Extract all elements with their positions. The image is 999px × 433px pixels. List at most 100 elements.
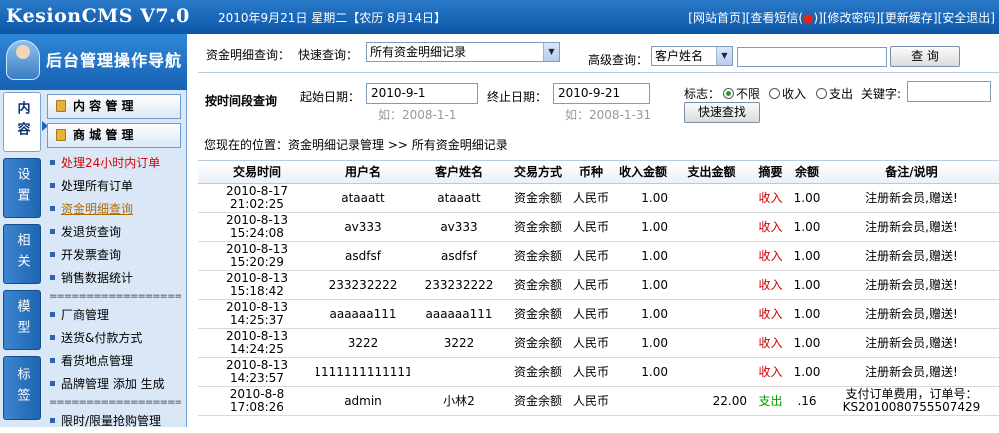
- cell-time: 2010-8-17 21:02:25: [225, 184, 289, 211]
- menu-item-label: 资金明细查询: [61, 202, 134, 216]
- bullet-icon: [50, 381, 55, 386]
- cell-currency: 人民币: [572, 219, 609, 234]
- cell-income: 1.00: [641, 335, 668, 350]
- link-change-password[interactable]: [修改密码]: [823, 11, 880, 25]
- cell-customer: 小林2: [443, 393, 475, 408]
- top-header: KesionCMS V7.0 2010年9月21日 星期二【农历 8月14日】 …: [0, 0, 999, 34]
- cell-customer: 233232222: [424, 277, 494, 292]
- menu-item-manufacturers[interactable]: 厂商管理: [47, 304, 181, 327]
- cell-method: 资金余额: [513, 393, 562, 408]
- cell-username: 1111111111111111111111111: [316, 364, 410, 379]
- menu-separator: ====================: [49, 397, 181, 408]
- cell-method: 资金余额: [513, 335, 562, 350]
- bullet-icon: [50, 418, 55, 423]
- lock-icon: [56, 129, 66, 141]
- bullet-icon: [50, 358, 55, 363]
- table-row: 2010-8-17 21:02:25 ataaatt ataaatt 资金余额 人民币 1…: [198, 184, 999, 213]
- link-view-messages[interactable]: [查看短信(●)]: [746, 11, 823, 25]
- table-body: 2010-8-17 21:02:25 ataaatt ataaatt 资金余额 人民币 1…: [198, 184, 999, 416]
- menu-item-label: 处理24小时内订单: [61, 156, 161, 170]
- radio-income[interactable]: 收入: [769, 85, 806, 102]
- radio-expense[interactable]: 支出: [816, 85, 853, 102]
- menu-item-label: 送货&付款方式: [61, 331, 143, 345]
- cell-customer: [410, 358, 508, 386]
- menu-item-label: 看货地点管理: [61, 354, 134, 368]
- cell-income: 1.00: [641, 277, 668, 292]
- cell-expense: [672, 271, 751, 299]
- menu-item-brands[interactable]: 品牌管理 添加 生成: [47, 373, 181, 396]
- table-row: 2010-8-13 15:24:08 av333 av333 资金余额 人民币 1.00 收…: [198, 213, 999, 242]
- bullet-icon: [50, 275, 55, 280]
- menu-item-fund-details[interactable]: 资金明细查询: [47, 198, 181, 221]
- start-date-input[interactable]: 2010-9-1: [366, 83, 478, 104]
- quick-query-value: 所有资金明细记录: [370, 45, 467, 59]
- radio-all[interactable]: 不限: [723, 85, 760, 102]
- cell-income: 1.00: [641, 364, 668, 379]
- quick-query-select[interactable]: 所有资金明细记录 ▼: [366, 42, 560, 62]
- menu-item-shipping-returns[interactable]: 发退货查询: [47, 221, 181, 244]
- search-button[interactable]: 查 询: [890, 46, 960, 67]
- cell-remarks: 注册新会员,赠送!: [865, 306, 958, 321]
- col-header-method: 交易方式: [513, 164, 562, 179]
- radio-all-label: 不限: [736, 87, 761, 101]
- menu-item-viewing-locations[interactable]: 看货地点管理: [47, 350, 181, 373]
- tab-models[interactable]: 模型: [3, 290, 41, 350]
- cell-method: 资金余额: [513, 190, 562, 205]
- cell-summary: 收入: [758, 335, 783, 350]
- section-shop-management[interactable]: 商 城 管 理: [47, 123, 181, 148]
- link-update-cache[interactable]: [更新缓存]: [880, 11, 937, 25]
- cell-income: 1.00: [641, 190, 668, 205]
- quick-query-label: 快速查询：: [298, 48, 359, 62]
- link-view-messages-close: )]: [813, 11, 823, 25]
- menu-item-label: 品牌管理 添加 生成: [61, 377, 165, 391]
- advanced-field-select[interactable]: 客户姓名 ▼: [651, 46, 733, 66]
- main-content: 资金明细查询： 快速查询： 所有资金明细记录 ▼ 高级查询： 客户姓名 ▼ 查 询 …: [198, 34, 999, 427]
- cell-income: [614, 387, 672, 415]
- link-site-home[interactable]: [网站首页]: [688, 11, 745, 25]
- message-indicator-icon: ●: [803, 11, 814, 25]
- cell-time: 2010-8-13 15:24:08: [225, 213, 289, 240]
- cell-username: aaaaaa111: [329, 306, 397, 321]
- cell-method: 资金余额: [513, 248, 562, 263]
- cell-income: 1.00: [641, 219, 668, 234]
- sidebar-title-reflection: 后台管理操作导航: [46, 56, 183, 67]
- cell-customer: 3222: [443, 335, 475, 350]
- tab-tags[interactable]: 标签: [3, 356, 41, 420]
- cell-expense: [672, 358, 751, 386]
- tab-settings[interactable]: 设置: [3, 158, 41, 218]
- menu-item-all-orders[interactable]: 处理所有订单: [47, 175, 181, 198]
- link-logout[interactable]: [安全退出]: [938, 11, 995, 25]
- lock-icon: [56, 100, 66, 112]
- tab-content-label: 内容: [14, 101, 30, 143]
- cell-currency: 人民币: [572, 364, 609, 379]
- sidebar: 后台管理操作导航 后台管理操作导航 内容 设置 相关 模型 标签 内 容 管 理…: [0, 34, 187, 428]
- section-content-management[interactable]: 内 容 管 理: [47, 94, 181, 119]
- tab-related[interactable]: 相关: [3, 224, 41, 284]
- tab-content[interactable]: 内容: [3, 92, 48, 152]
- menu-item-orders-24h[interactable]: 处理24小时内订单: [47, 152, 181, 175]
- advanced-search-input[interactable]: [737, 47, 887, 67]
- bullet-icon: [50, 160, 55, 165]
- table-row: 2010-8-13 14:24:25 3222 3222 资金余额 人民币 1.00 收入 1…: [198, 329, 999, 358]
- breadcrumb: 您现在的位置：资金明细记录管理 >> 所有资金明细记录: [204, 138, 508, 152]
- quick-filter-bar: 资金明细查询： 快速查询： 所有资金明细记录 ▼ 高级查询： 客户姓名 ▼ 查 询: [198, 40, 999, 68]
- cell-expense: [672, 184, 751, 212]
- quick-search-button[interactable]: 快速查找: [684, 102, 760, 123]
- chevron-down-icon: ▼: [716, 47, 732, 65]
- menu-item-delivery-payment[interactable]: 送货&付款方式: [47, 327, 181, 350]
- keyword-input[interactable]: [907, 81, 991, 102]
- col-header-expense: 支出金额: [687, 164, 736, 179]
- cell-time: 2010-8-13 14:25:37: [225, 300, 289, 327]
- radio-checked-icon: [723, 88, 734, 99]
- menu-item-flash-sales[interactable]: 限时/限量抢购管理: [47, 410, 181, 433]
- end-date-input[interactable]: 2010-9-21: [553, 83, 650, 104]
- cell-balance: 1.00: [793, 277, 821, 292]
- fund-details-table: 交易时间 用户名 客户姓名 交易方式 币种 收入金额 支出金额 摘要 余额 备注…: [198, 160, 999, 416]
- radio-unchecked-icon: [769, 88, 780, 99]
- menu-item-sales-stats[interactable]: 销售数据统计: [47, 267, 181, 290]
- start-date-label: 起始日期：: [300, 90, 361, 104]
- section-content-management-label: 内 容 管 理: [73, 99, 134, 113]
- cell-customer: ataaatt: [437, 190, 481, 205]
- cell-remarks: 注册新会员,赠送!: [865, 219, 958, 234]
- menu-item-invoices[interactable]: 开发票查询: [47, 244, 181, 267]
